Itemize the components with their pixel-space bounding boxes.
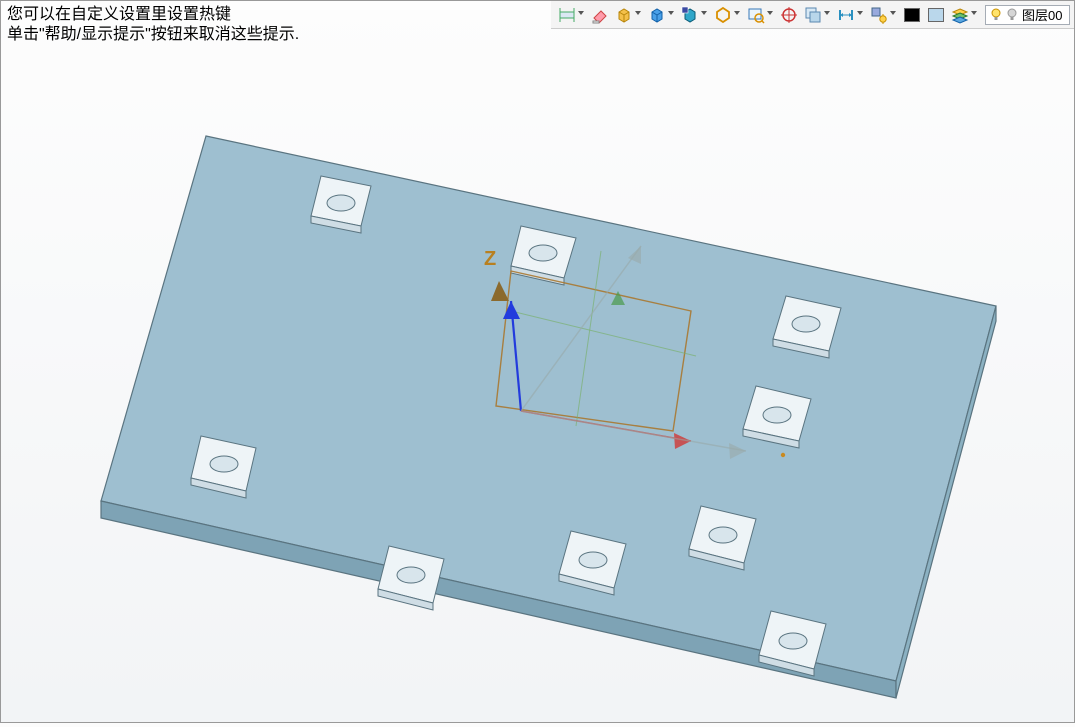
chevron-down-icon [971,11,978,18]
chevron-down-icon [635,11,642,18]
top-toolbar: 图层00 [551,1,1074,29]
swatch-light [928,8,944,22]
light-icon [870,6,888,24]
box-teal-button[interactable] [678,4,711,26]
color-swatch-light[interactable] [924,4,948,26]
color-swatch-black[interactable] [900,4,924,26]
box-teal-icon [681,6,699,24]
chevron-down-icon [767,11,774,18]
box-blue-button[interactable] [645,4,678,26]
eraser-icon [591,6,609,24]
zoom-window-icon [747,6,765,24]
chevron-down-icon [701,11,708,18]
layer-selector[interactable]: 图层00 [985,5,1070,25]
dimension-icon [558,6,576,24]
plate-top-face [101,136,996,681]
box-yellow-button[interactable] [612,4,645,26]
layer-name: 图层00 [1022,5,1062,24]
chevron-down-icon [890,11,897,18]
measure-icon [837,6,855,24]
zoom-window-button[interactable] [744,4,777,26]
box-yellow-icon [615,6,633,24]
light-button[interactable] [867,4,900,26]
target-icon [780,6,798,24]
planes-icon [804,6,822,24]
chevron-down-icon [578,11,585,18]
swatch-black [904,8,920,22]
chevron-down-icon [857,11,864,18]
chevron-down-icon [734,11,741,18]
model-canvas[interactable]: Z [1,1,1075,724]
hint-line-2: 单击"帮助/显示提示"按钮来取消这些提示. [7,25,299,45]
dimension-tool-button[interactable] [555,4,588,26]
axis-z-label: Z [484,248,496,270]
hexagon-button[interactable] [711,4,744,26]
chevron-down-icon [668,11,675,18]
hint-line-1: 您可以在自定义设置里设置热键 [7,5,299,25]
bulb-icon [990,8,1002,22]
layer-stack-icon [951,6,969,24]
eraser-button[interactable] [588,4,612,26]
layer-stack-button[interactable] [948,4,981,26]
planes-button[interactable] [801,4,834,26]
hint-text: 您可以在自定义设置里设置热键 单击"帮助/显示提示"按钮来取消这些提示. [7,5,299,45]
target-button[interactable] [777,4,801,26]
measure-button[interactable] [834,4,867,26]
cad-viewport[interactable]: Z [1,1,1074,722]
hexagon-icon [714,6,732,24]
box-blue-icon [648,6,666,24]
bulb-off-icon [1006,8,1018,22]
chevron-down-icon [824,11,831,18]
